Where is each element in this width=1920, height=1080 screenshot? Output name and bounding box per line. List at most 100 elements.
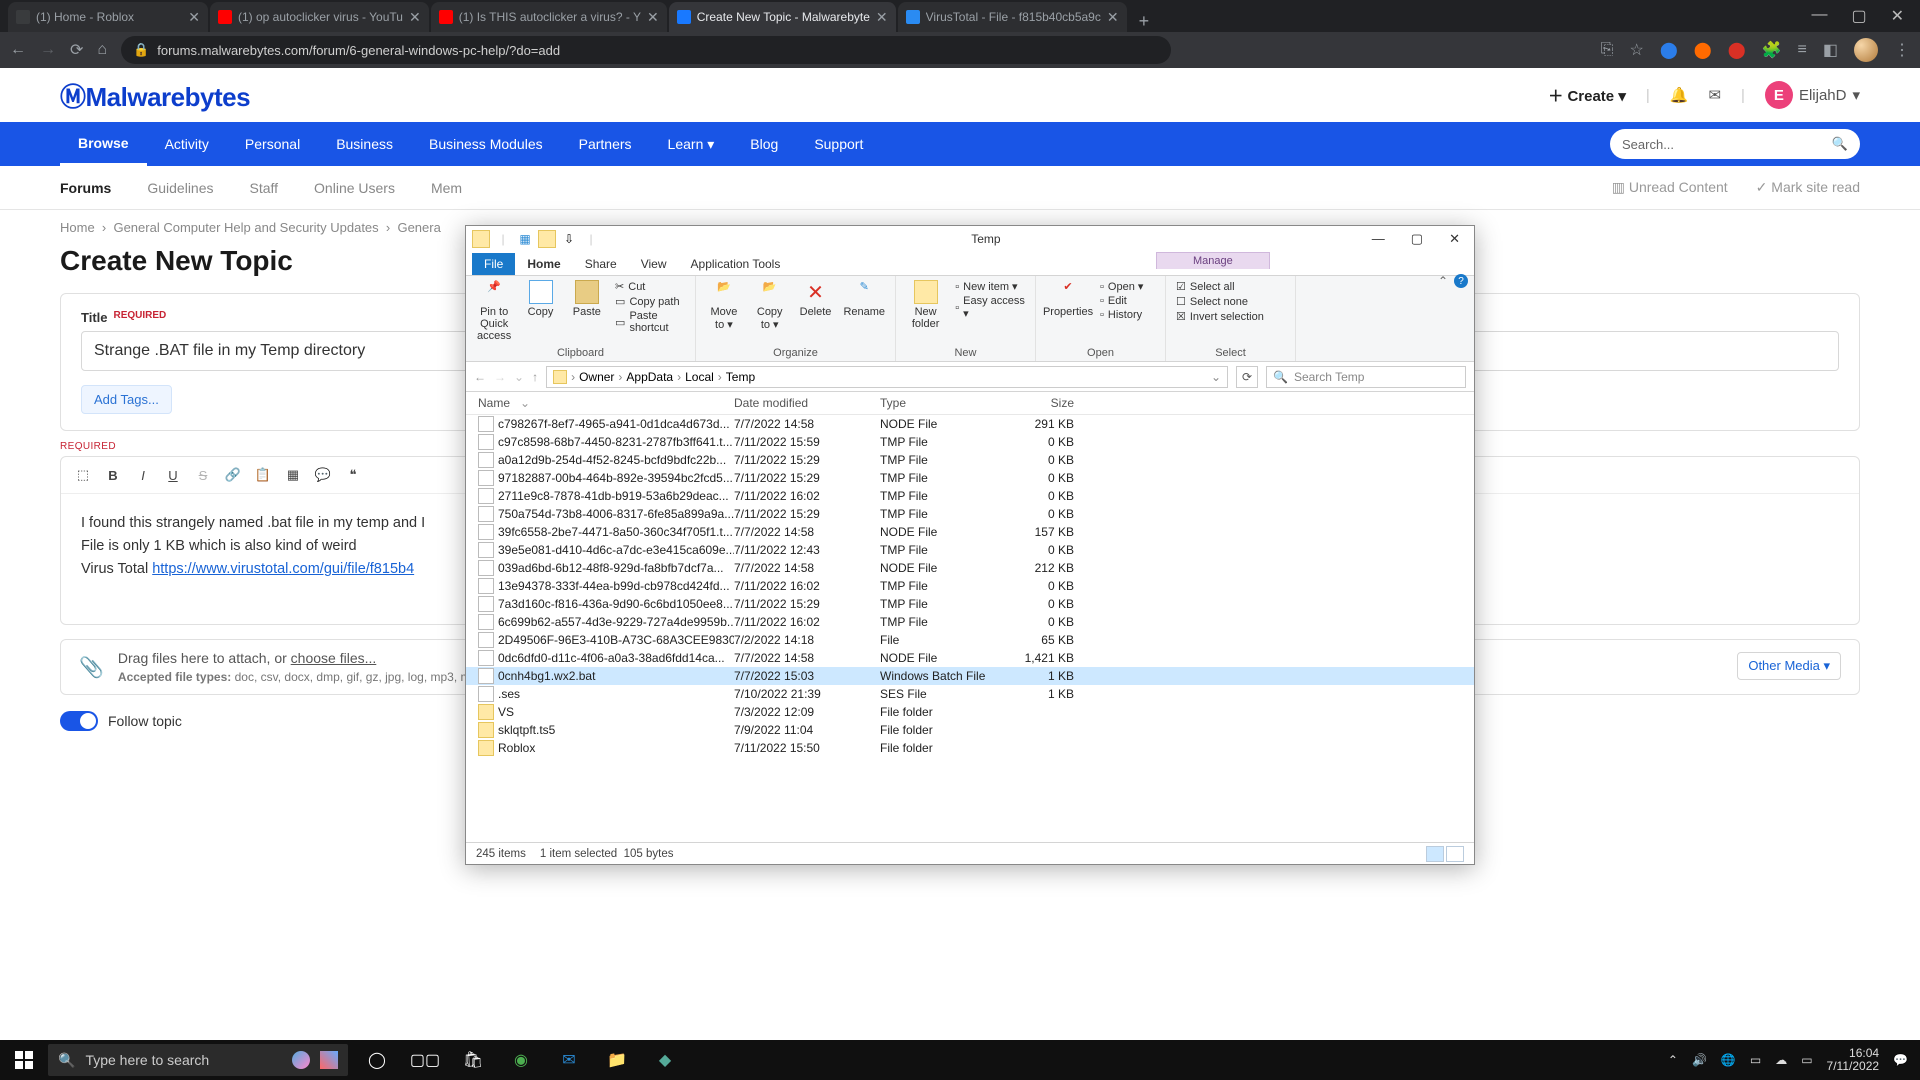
col-name[interactable]: Name ⌄ bbox=[478, 396, 734, 410]
breadcrumb-forum[interactable]: General Computer Help and Security Updat… bbox=[113, 220, 378, 235]
ribbon-history-button[interactable]: ▫ History bbox=[1100, 309, 1143, 321]
file-row[interactable]: 13e94378-333f-44ea-b99d-cb978cd424fd...7… bbox=[466, 577, 1474, 595]
search-art-icon[interactable] bbox=[320, 1051, 338, 1069]
explorer-nav-forward[interactable]: → bbox=[494, 370, 506, 384]
view-large-button[interactable] bbox=[1446, 846, 1464, 862]
subnav-item[interactable]: Online Users bbox=[314, 180, 395, 196]
toolbar-button[interactable]: ▦ bbox=[279, 461, 307, 489]
file-row[interactable]: 2711e9c8-7878-41db-b919-53a6b29deac...7/… bbox=[466, 487, 1474, 505]
tray-battery-icon[interactable]: ▭ bbox=[1750, 1053, 1761, 1067]
toolbar-button[interactable]: B bbox=[99, 461, 127, 489]
ext-ublock-icon[interactable]: ⬤ bbox=[1728, 40, 1746, 60]
ribbon-copypath-button[interactable]: ▭ Copy path bbox=[615, 295, 685, 308]
subnav-item[interactable]: Forums bbox=[60, 180, 111, 196]
view-details-button[interactable] bbox=[1426, 846, 1444, 862]
ribbon-properties-button[interactable]: ✔Properties bbox=[1046, 280, 1090, 318]
tray-notifications-icon[interactable]: 💬 bbox=[1893, 1053, 1908, 1067]
explorer-address-bar[interactable]: ›Owner ›AppData ›Local ›Temp ⌄ bbox=[546, 366, 1228, 388]
browser-tab[interactable]: (1) op autoclicker virus - YouTu✕ bbox=[210, 2, 429, 32]
taskbar-clock[interactable]: 16:04 7/11/2022 bbox=[1827, 1047, 1880, 1073]
ribbon-tab-view[interactable]: View bbox=[629, 253, 679, 275]
ribbon-pastesc-button[interactable]: ▭ Paste shortcut bbox=[615, 310, 685, 334]
file-row[interactable]: sklqtpft.ts57/9/2022 11:04File folder bbox=[466, 721, 1474, 739]
tb-explorer-icon[interactable]: 📁 bbox=[594, 1040, 640, 1080]
create-button[interactable]: ＋ Create ▾ bbox=[1548, 85, 1626, 106]
ribbon-newfolder-button[interactable]: New folder bbox=[906, 280, 945, 330]
explorer-minimize[interactable]: — bbox=[1372, 231, 1385, 247]
ribbon-selectall-button[interactable]: ☑ Select all bbox=[1176, 280, 1264, 293]
file-row[interactable]: a0a12d9b-254d-4f52-8245-bcfd9bdfc22b...7… bbox=[466, 451, 1474, 469]
tb-mail-icon[interactable]: ✉ bbox=[546, 1040, 592, 1080]
file-row[interactable]: c97c8598-68b7-4450-8231-2787fb3ff641.t..… bbox=[466, 433, 1474, 451]
ribbon-collapse[interactable]: ⌃ ? bbox=[1438, 274, 1468, 288]
nav-back-icon[interactable]: ← bbox=[10, 41, 26, 59]
ribbon-invertsel-button[interactable]: ☒ Invert selection bbox=[1176, 310, 1264, 323]
messages-icon[interactable]: ✉ bbox=[1708, 86, 1721, 104]
ribbon-cut-button[interactable]: ✂ Cut bbox=[615, 280, 685, 293]
nav-item[interactable]: Blog bbox=[732, 122, 796, 166]
file-row[interactable]: 2D49506F-96E3-410B-A73C-68A3CEE9830B7/2/… bbox=[466, 631, 1474, 649]
subnav-item[interactable]: Mem bbox=[431, 180, 462, 196]
explorer-nav-up[interactable]: ↑ bbox=[532, 370, 538, 384]
follow-toggle[interactable] bbox=[60, 711, 98, 731]
browser-tab[interactable]: (1) Is THIS autoclicker a virus? - Y✕ bbox=[431, 2, 667, 32]
user-menu[interactable]: E ElijahD ▾ bbox=[1765, 81, 1860, 109]
nav-item[interactable]: Personal bbox=[227, 122, 318, 166]
ribbon-selectnone-button[interactable]: ☐ Select none bbox=[1176, 295, 1264, 308]
breadcrumb-home[interactable]: Home bbox=[60, 220, 95, 235]
search-icon[interactable]: 🔍 bbox=[1832, 136, 1848, 152]
ribbon-easyaccess-button[interactable]: ▫ Easy access ▾ bbox=[955, 295, 1025, 320]
breadcrumb-sub[interactable]: Genera bbox=[397, 220, 440, 235]
browser-tab[interactable]: VirusTotal - File - f815b40cb5a9c✕ bbox=[898, 2, 1127, 32]
file-row[interactable]: 6c699b62-a557-4d3e-9229-727a4de9959b...7… bbox=[466, 613, 1474, 631]
notifications-icon[interactable]: 🔔 bbox=[1670, 86, 1689, 104]
file-row[interactable]: 7a3d160c-f816-436a-9d90-6c6bd1050ee8...7… bbox=[466, 595, 1474, 613]
explorer-search-box[interactable]: 🔍 Search Temp bbox=[1266, 366, 1466, 388]
tray-lang-icon[interactable]: ▭ bbox=[1801, 1053, 1812, 1067]
toolbar-button[interactable]: 💬 bbox=[309, 461, 337, 489]
install-app-icon[interactable]: ⎘ bbox=[1601, 41, 1614, 59]
tb-chrome-icon[interactable]: ◉ bbox=[498, 1040, 544, 1080]
ribbon-rename-button[interactable]: ✎Rename bbox=[843, 280, 885, 318]
tray-expand-icon[interactable]: ⌃ bbox=[1668, 1053, 1678, 1067]
file-row[interactable]: c798267f-8ef7-4965-a941-0d1dca4d673d...7… bbox=[466, 415, 1474, 433]
col-size[interactable]: Size bbox=[1002, 396, 1074, 410]
toolbar-button[interactable]: ❝ bbox=[339, 461, 367, 489]
unread-content-link[interactable]: ▥ Unread Content bbox=[1612, 179, 1728, 196]
qat-customize-icon[interactable]: ⇩ bbox=[560, 230, 578, 248]
ribbon-delete-button[interactable]: ✕Delete bbox=[798, 280, 834, 318]
add-tags-button[interactable]: Add Tags... bbox=[81, 385, 172, 414]
browser-tab[interactable]: Create New Topic - Malwarebyte✕ bbox=[669, 2, 896, 32]
search-highlight-icon[interactable] bbox=[292, 1051, 310, 1069]
chrome-menu-icon[interactable]: ⋮ bbox=[1894, 40, 1910, 60]
explorer-file-list[interactable]: c798267f-8ef7-4965-a941-0d1dca4d673d...7… bbox=[466, 415, 1474, 757]
file-row[interactable]: 0cnh4bg1.wx2.bat7/7/2022 15:03Windows Ba… bbox=[466, 667, 1474, 685]
explorer-column-headers[interactable]: Name ⌄ Date modified Type Size bbox=[466, 392, 1474, 415]
chrome-profile-avatar[interactable] bbox=[1854, 38, 1878, 62]
explorer-refresh-button[interactable]: ⟳ bbox=[1236, 366, 1258, 388]
ribbon-paste-button[interactable]: Paste bbox=[569, 280, 605, 318]
tb-roblox-icon[interactable]: ◆ bbox=[642, 1040, 688, 1080]
file-row[interactable]: VS7/3/2022 12:09File folder bbox=[466, 703, 1474, 721]
window-maximize[interactable]: ▢ bbox=[1851, 6, 1866, 26]
other-media-button[interactable]: Other Media ▾ bbox=[1737, 652, 1841, 680]
tb-taskview-icon[interactable]: ▢▢ bbox=[402, 1040, 448, 1080]
mark-site-read-link[interactable]: ✓ Mark site read bbox=[1756, 179, 1860, 196]
col-type[interactable]: Type bbox=[880, 396, 1002, 410]
side-panel-icon[interactable]: ◧ bbox=[1823, 40, 1838, 60]
explorer-nav-back[interactable]: ← bbox=[474, 370, 486, 384]
nav-item[interactable]: Business Modules bbox=[411, 122, 561, 166]
file-row[interactable]: 750a754d-73b8-4006-8317-6fe85a899a9a...7… bbox=[466, 505, 1474, 523]
browser-tab[interactable]: (1) Home - Roblox✕ bbox=[8, 2, 208, 32]
ribbon-tab-apptools[interactable]: Application Tools bbox=[679, 253, 793, 275]
toolbar-button[interactable]: 📋 bbox=[249, 461, 277, 489]
ribbon-tab-share[interactable]: Share bbox=[573, 253, 629, 275]
address-bar[interactable]: 🔒 forums.malwarebytes.com/forum/6-genera… bbox=[121, 36, 1171, 64]
explorer-nav-recent[interactable]: ⌄ bbox=[514, 370, 524, 384]
tab-close-icon[interactable]: ✕ bbox=[409, 9, 421, 26]
explorer-maximize[interactable]: ▢ bbox=[1411, 231, 1423, 247]
ribbon-pin-button[interactable]: 📌Pin to Quick access bbox=[476, 280, 512, 342]
file-row[interactable]: 0dc6dfd0-d11c-4f06-a0a3-38ad6fdd14ca...7… bbox=[466, 649, 1474, 667]
qat-newfolder-icon[interactable] bbox=[538, 230, 556, 248]
site-logo[interactable]: ⓂMalwarebytes bbox=[60, 77, 250, 114]
